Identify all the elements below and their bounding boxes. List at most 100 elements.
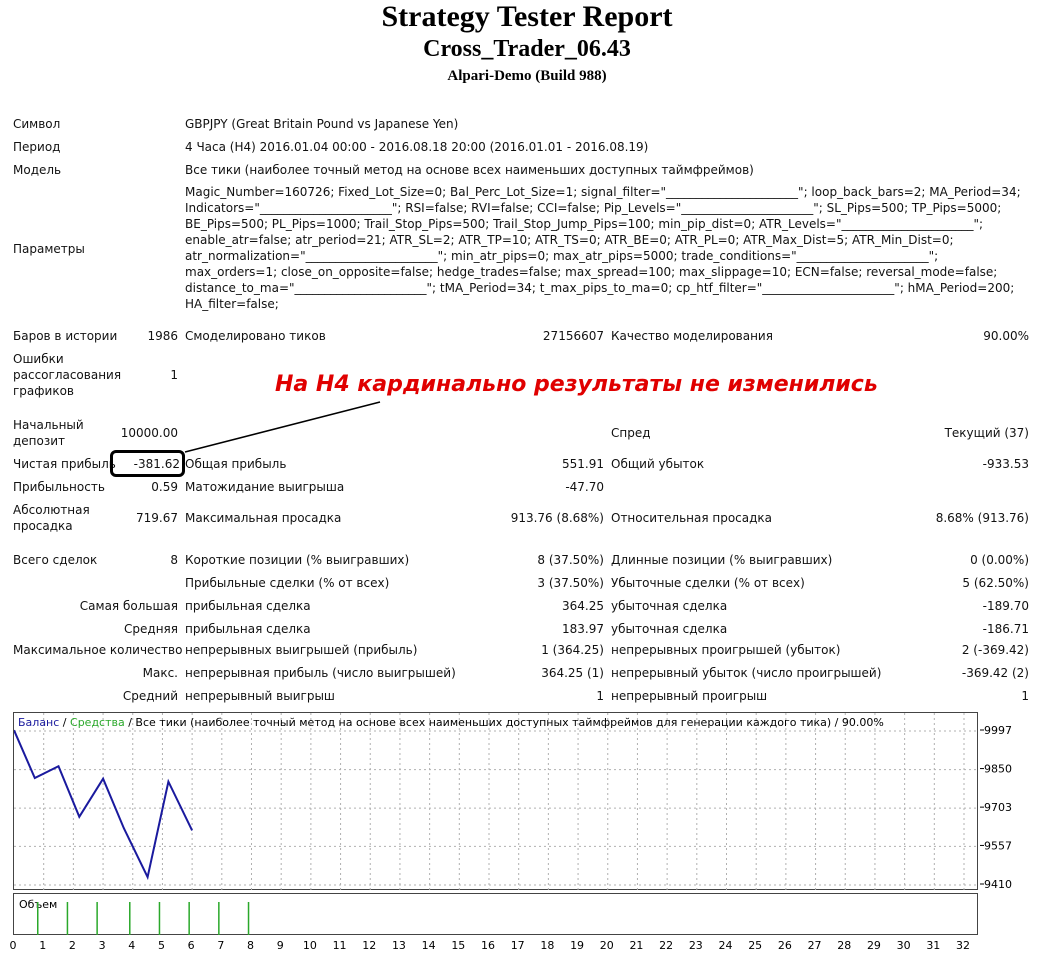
largest-profit-value: 364.25: [562, 599, 604, 613]
x-tick-label: 24: [719, 939, 733, 952]
profit-trades-value: 3 (37.50%): [537, 576, 604, 590]
legend-description: / Все тики (наиболее точный метод на осн…: [125, 716, 884, 729]
x-tick-label: 22: [659, 939, 673, 952]
x-tick-label: 14: [422, 939, 436, 952]
largest-loss-label: убыточная сделка: [611, 599, 728, 613]
max-label: Макс.: [142, 666, 178, 680]
y-tick-label: 9997: [984, 724, 1012, 737]
average-profit-value: 183.97: [562, 622, 604, 636]
largest-profit-label: прибыльная сделка: [185, 599, 311, 613]
consec-wins-label: непрерывных выигрышей (прибыль): [185, 643, 418, 657]
net-profit-label: Чистая прибыль: [13, 457, 116, 471]
spread-value: Текущий (37): [944, 426, 1029, 440]
x-tick-label: 21: [629, 939, 643, 952]
x-axis: 0 1 2 3 4 5 6 7 8 9 10 11 12 13 14 15 16 17 18 19 20 21 22 23 24…: [10, 939, 971, 952]
x-tick-label: 4: [128, 939, 135, 952]
y-tick-label: 9703: [984, 801, 1012, 814]
y-tick-label: 9850: [984, 763, 1012, 776]
consec-losses-label: непрерывных проигрышей (убыток): [611, 643, 841, 657]
x-tick-label: 8: [247, 939, 254, 952]
y-tick-label: 9410: [984, 878, 1012, 891]
abs-drawdown-value: 719.67: [136, 511, 178, 525]
x-tick-label: 30: [897, 939, 911, 952]
x-tick-label: 32: [956, 939, 970, 952]
x-tick-label: 28: [837, 939, 851, 952]
avg-consec-losses-value: 1: [1021, 689, 1029, 703]
volume-chart-svg: Объем: [19, 898, 250, 935]
x-tick-label: 15: [451, 939, 465, 952]
chart-legend: Баланс / Средства / Все тики (наиболее т…: [18, 716, 884, 729]
profit-trades-label: Прибыльные сделки (% от всех): [185, 576, 390, 590]
legend-balance: Баланс: [18, 716, 59, 729]
x-tick-label: 13: [392, 939, 406, 952]
x-tick-label: 0: [10, 939, 17, 952]
expected-payoff-label: Матожидание выигрыша: [185, 480, 345, 494]
balance-chart: Баланс / Средства / Все тики (наиболее т…: [13, 712, 979, 891]
profit-factor-label: Прибыльность: [13, 480, 105, 494]
loss-trades-value: 5 (62.50%): [962, 576, 1029, 590]
x-tick-label: 23: [689, 939, 703, 952]
x-tick-label: 7: [217, 939, 224, 952]
abs-drawdown-label-1: Абсолютная: [13, 503, 90, 517]
spread-label: Спред: [611, 426, 651, 440]
short-positions-label: Короткие позиции (% выигравших): [185, 553, 410, 567]
y-axis: 9997 9850 9703 9557 9410: [980, 724, 1012, 891]
avg-consec-wins-label: непрерывный выигрыш: [185, 689, 335, 703]
profit-factor-value: 0.59: [151, 480, 178, 494]
x-tick-label: 26: [778, 939, 792, 952]
rel-drawdown-label: Относительная просадка: [611, 511, 773, 525]
x-tick-label: 5: [158, 939, 165, 952]
max-drawdown-value: 913.76 (8.68%): [510, 511, 604, 525]
gross-profit-value: 551.91: [562, 457, 604, 471]
max-drawdown-label: Максимальная просадка: [185, 511, 342, 525]
average-loss-value: -186.71: [982, 622, 1029, 636]
x-tick-label: 31: [926, 939, 940, 952]
consec-profit-label: непрерывная прибыль (число выигрышей): [185, 666, 456, 680]
x-tick-label: 2: [69, 939, 76, 952]
average-label: Средняя: [124, 622, 178, 636]
consec-loss-label: непрерывный убыток (число проигрышей): [611, 666, 882, 680]
legend-equity: Средства: [70, 716, 125, 729]
x-tick-label: 29: [867, 939, 881, 952]
x-tick-label: 19: [570, 939, 584, 952]
x-tick-label: 17: [511, 939, 525, 952]
abs-drawdown-label-2: просадка: [13, 519, 73, 533]
x-tick-label: 3: [99, 939, 106, 952]
x-tick-label: 25: [748, 939, 762, 952]
x-tick-label: 12: [362, 939, 376, 952]
x-tick-label: 27: [808, 939, 822, 952]
consec-profit-value: 364.25 (1): [541, 666, 604, 680]
average-profit-label: прибыльная сделка: [185, 622, 311, 636]
gross-loss-label: Общий убыток: [611, 457, 705, 471]
long-positions-label: Длинные позиции (% выигравших): [611, 553, 833, 567]
x-tick-label: 11: [333, 939, 347, 952]
expected-payoff-value: -47.70: [565, 480, 604, 494]
long-positions-value: 0 (0.00%): [970, 553, 1029, 567]
largest-loss-value: -189.70: [982, 599, 1029, 613]
deposit-value: 10000.00: [120, 426, 178, 440]
x-tick-label: 9: [277, 939, 284, 952]
volume-chart: Объем: [13, 893, 978, 935]
largest-label: Самая большая: [79, 599, 178, 613]
x-tick-label: 1: [39, 939, 46, 952]
short-positions-value: 8 (37.50%): [537, 553, 604, 567]
total-trades-label: Всего сделок: [13, 553, 98, 567]
deposit-label-2: депозит: [13, 434, 66, 448]
x-tick-label: 10: [303, 939, 317, 952]
consec-wins-value: 1 (364.25): [541, 643, 604, 657]
net-profit-value: -381.62: [133, 457, 180, 471]
max-count-label: Максимальное количество: [13, 643, 183, 657]
x-tick-label: 6: [188, 939, 195, 952]
loss-trades-label: Убыточные сделки (% от всех): [611, 576, 805, 590]
total-trades-value: 8: [170, 553, 178, 567]
consec-loss-value: -369.42 (2): [961, 666, 1029, 680]
rel-drawdown-value: 8.68% (913.76): [935, 511, 1029, 525]
consec-losses-value: 2 (-369.42): [961, 643, 1029, 657]
average-consec-label: Средний: [122, 689, 178, 703]
deposit-label-1: Начальный: [13, 418, 84, 432]
avg-consec-losses-label: непрерывный проигрыш: [611, 689, 768, 703]
average-loss-label: убыточная сделка: [611, 622, 728, 636]
y-tick-label: 9557: [984, 839, 1012, 852]
legend-sep: /: [59, 716, 70, 729]
gross-loss-value: -933.53: [982, 457, 1029, 471]
